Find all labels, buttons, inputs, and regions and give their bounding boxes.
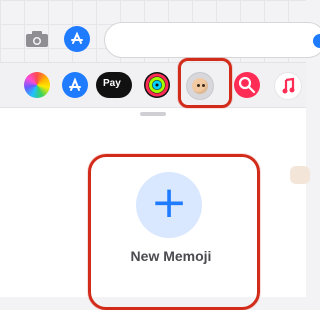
image-search-icon[interactable] [234,72,260,98]
photos-app-icon[interactable] [24,72,50,98]
memoji-preview-thumbnail[interactable] [290,166,310,184]
apple-pay-icon[interactable]: Pay [96,72,132,98]
app-store-icon[interactable] [62,72,88,98]
message-input[interactable] [104,22,320,58]
messages-screen: Pay + New Memoji [0,0,320,310]
compose-row [0,16,320,60]
sheet-grabber[interactable] [140,112,166,116]
app-drawer: Pay [0,62,306,108]
apple-pay-label: Pay [103,78,121,89]
music-app-icon[interactable] [274,72,302,100]
app-store-icon[interactable] [64,26,90,52]
new-memoji-highlight [88,154,260,310]
fitness-rings-icon[interactable] [144,72,170,98]
memoji-app-highlight [178,58,232,108]
camera-icon[interactable] [24,29,50,49]
send-icon[interactable] [313,34,320,48]
